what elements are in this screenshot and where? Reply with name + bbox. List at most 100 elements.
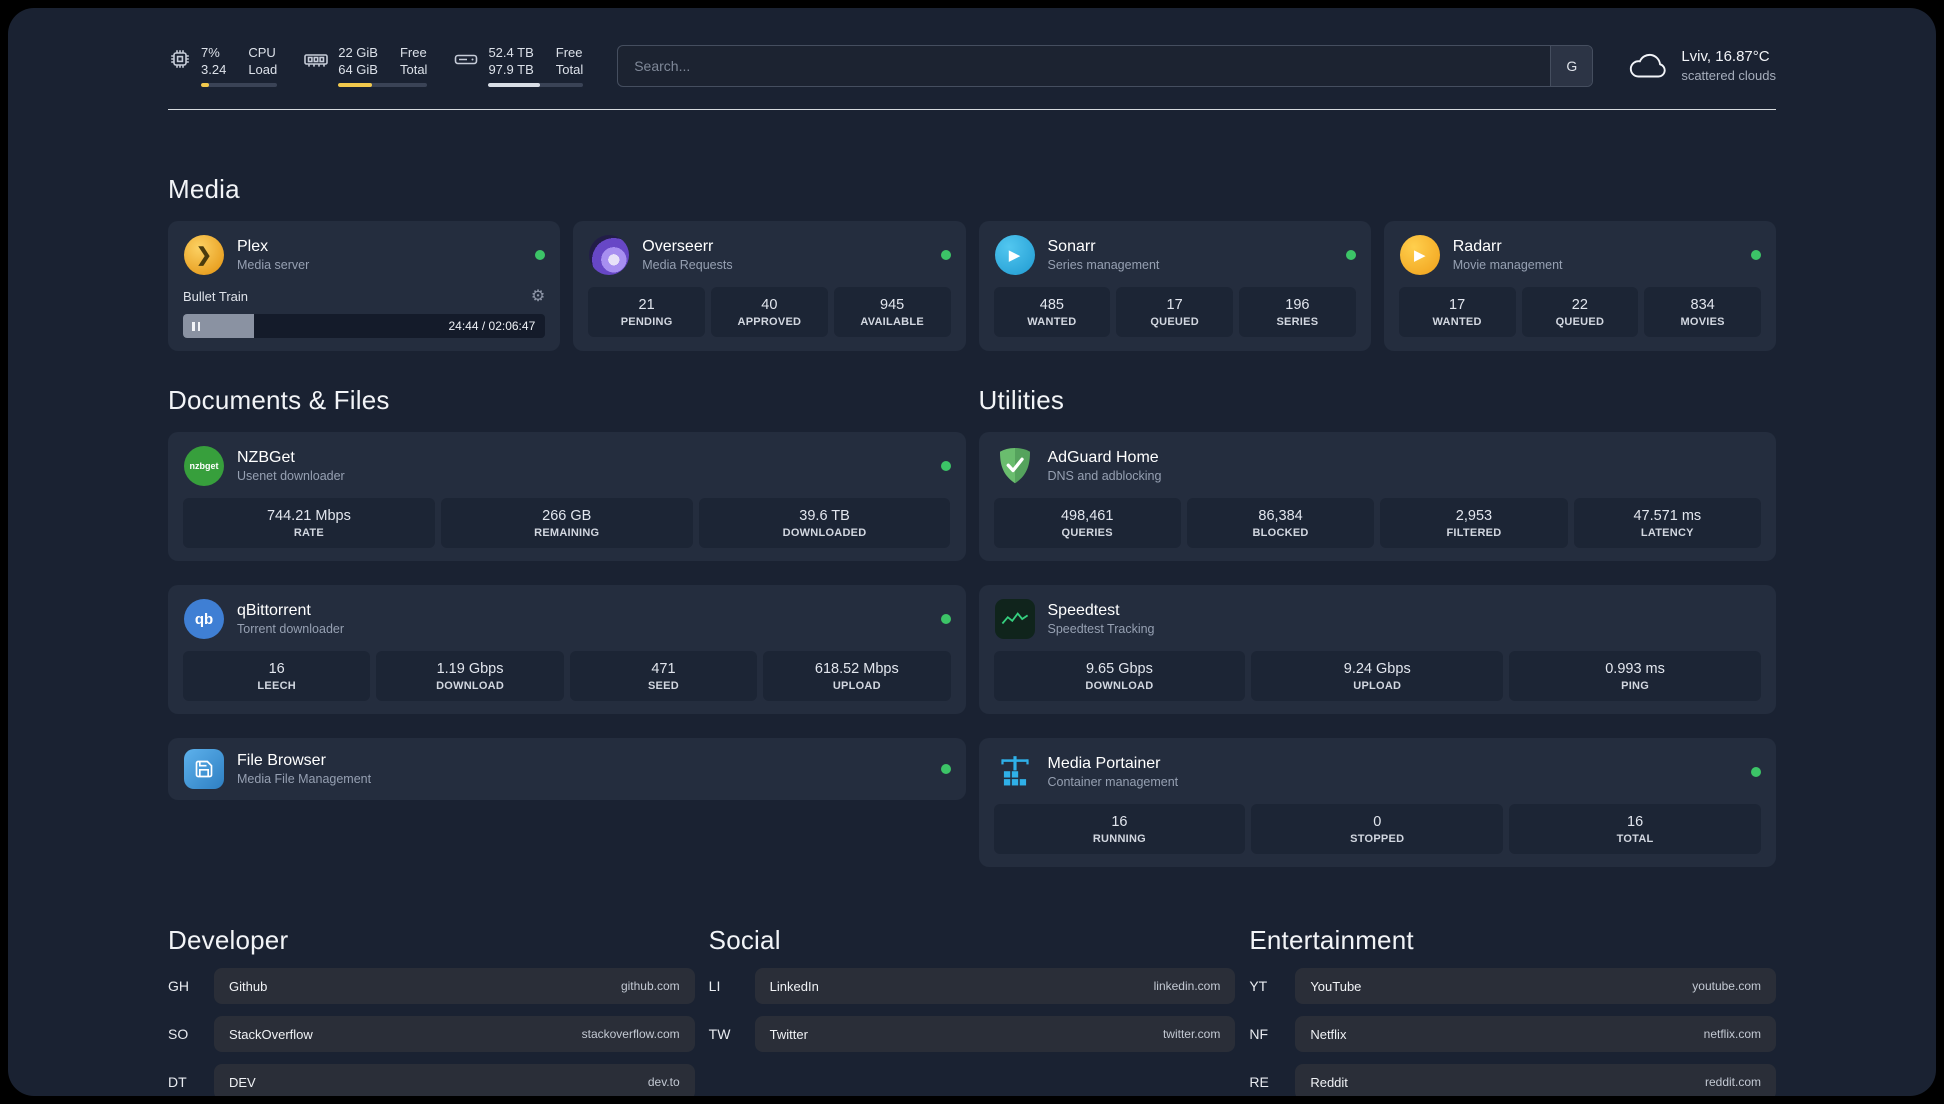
bookmark-link-netflix[interactable]: Netflix netflix.com [1295, 1016, 1776, 1052]
bookmark-row: RE Reddit reddit.com [1249, 1064, 1776, 1096]
stat-label: QUEUED [1555, 315, 1605, 328]
app-card-overseerr[interactable]: Overseerr Media Requests 21 PENDING 40 A… [573, 221, 966, 351]
stat-tile: 485 WANTED [993, 287, 1111, 337]
app-card-nzbget[interactable]: nzbget NZBGet Usenet downloader 744.21 M… [168, 432, 966, 561]
bookmark-name: Netflix [1310, 1026, 1347, 1042]
nzbget-icon: nzbget [184, 446, 224, 486]
pause-icon[interactable] [192, 321, 200, 331]
section-title-entertainment: Entertainment [1249, 925, 1414, 955]
bookmark-row: LI LinkedIn linkedin.com [709, 968, 1236, 1004]
bookmark-url: dev.to [647, 1075, 680, 1089]
stat-tile: 266 GB REMAINING [440, 498, 693, 548]
stat-tile: 21 PENDING [588, 287, 705, 337]
bookmark-name: StackOverflow [229, 1026, 313, 1042]
qbittorrent-icon: qb [184, 599, 224, 639]
app-card-speedtest[interactable]: Speedtest Speedtest Tracking 9.65 Gbps D… [978, 585, 1776, 714]
stat-value: 945 [880, 296, 905, 313]
app-card-plex[interactable]: ❯ Plex Media server Bullet Train ⚙ 24:44… [168, 221, 561, 351]
system-metrics: 7% 3.24 CPU Load 22 GiB 64 GiB Free Tota… [168, 44, 584, 87]
bookmark-link-stackoverflow[interactable]: StackOverflow stackoverflow.com [214, 1016, 695, 1052]
app-name: AdGuard Home [1047, 449, 1159, 466]
stat-label: PENDING [620, 315, 673, 328]
stat-value: 17 [1449, 296, 1466, 313]
stat-tile: 0 STOPPED [1251, 804, 1504, 854]
app-name: NZBGet [237, 449, 295, 466]
playback-time: 24:44 / 02:06:47 [448, 319, 536, 333]
stat-value: 2,953 [1455, 507, 1493, 524]
app-name: Radarr [1452, 238, 1502, 255]
stat-label: STOPPED [1350, 832, 1405, 845]
bookmark-row: GH Github github.com [168, 968, 695, 1004]
disk-total-value: 97.9 TB [488, 62, 534, 77]
disk-free-value: 52.4 TB [488, 45, 534, 60]
ram-icon [304, 54, 329, 67]
stat-label: MOVIES [1680, 315, 1725, 328]
bookmark-abbr: DT [168, 1074, 187, 1090]
cpu-usage-bar [201, 83, 278, 87]
app-card-qbittorrent[interactable]: qb qBittorrent Torrent downloader 16 LEE… [168, 585, 966, 714]
bookmark-group-social: Social LI LinkedIn linkedin.com TW Twitt… [709, 867, 1236, 1096]
stat-value: 0 [1373, 813, 1382, 830]
bookmark-link-github[interactable]: Github github.com [214, 968, 695, 1004]
status-dot [535, 250, 546, 260]
stat-tile: 86,384 BLOCKED [1186, 498, 1375, 548]
stat-tile: 945 AVAILABLE [833, 287, 951, 337]
app-card-portainer[interactable]: Media Portainer Container management 16 … [978, 738, 1776, 867]
disk-free-label: Free [555, 45, 583, 60]
bookmark-name: DEV [229, 1074, 256, 1090]
cpu-percent: 7% [201, 45, 220, 60]
section-title-media: Media [168, 174, 240, 204]
search-engine-button[interactable]: G [1550, 45, 1593, 86]
section-title-documents: Documents & Files [168, 385, 390, 415]
bookmark-row: YT YouTube youtube.com [1249, 968, 1776, 1004]
stat-tile: 47.571 ms LATENCY [1573, 498, 1761, 548]
bookmark-link-youtube[interactable]: YouTube youtube.com [1295, 968, 1776, 1004]
app-card-adguard[interactable]: AdGuard Home DNS and adblocking 498,461 … [978, 432, 1776, 561]
stat-label: WANTED [1027, 315, 1077, 328]
search-bar: G [617, 44, 1594, 87]
stat-value: 9.24 Gbps [1343, 660, 1411, 677]
stat-label: PING [1621, 679, 1650, 692]
adguard-shield-icon [999, 448, 1030, 484]
cpu-chip-icon [171, 50, 189, 68]
bookmark-row: DT DEV dev.to [168, 1064, 695, 1096]
bookmark-link-reddit[interactable]: Reddit reddit.com [1295, 1064, 1776, 1096]
stat-value: 47.571 ms [1633, 507, 1702, 524]
app-name: Overseerr [642, 238, 714, 255]
bookmark-link-dev[interactable]: DEV dev.to [214, 1064, 695, 1096]
weather-condition: scattered clouds [1681, 68, 1776, 83]
bookmark-url: twitter.com [1162, 1027, 1221, 1041]
status-dot [940, 614, 951, 624]
stat-tile: 40 APPROVED [711, 287, 828, 337]
app-name: File Browser [237, 752, 326, 769]
stat-label: REMAINING [534, 526, 600, 539]
stat-label: FILTERED [1446, 526, 1502, 539]
bookmark-url: netflix.com [1703, 1027, 1761, 1041]
app-card-sonarr[interactable]: ▶ Sonarr Series management 485 WANTED 17 [978, 221, 1371, 351]
status-dot [1751, 767, 1761, 777]
header-divider [168, 109, 1776, 110]
gear-icon[interactable]: ⚙ [531, 286, 545, 306]
stat-tile: 22 QUEUED [1521, 287, 1639, 337]
playback-progress-bar[interactable]: 24:44 / 02:06:47 [183, 314, 546, 338]
stat-label: SERIES [1276, 315, 1319, 328]
stat-value: 9.65 Gbps [1085, 660, 1153, 677]
ram-free-value: 22 GiB [338, 45, 378, 60]
sonarr-icon: ▶ [994, 235, 1035, 275]
bookmark-row: SO StackOverflow stackoverflow.com [168, 1016, 695, 1052]
stat-value: 0.993 ms [1605, 660, 1665, 677]
stat-tile: 498,461 QUERIES [993, 498, 1181, 548]
app-card-filebrowser[interactable]: File Browser Media File Management [168, 738, 966, 800]
bookmark-link-twitter[interactable]: Twitter twitter.com [754, 1016, 1236, 1052]
weather-location: Lviv, 16.87°C [1681, 48, 1770, 65]
stat-tile: 0.993 ms PING [1509, 651, 1761, 701]
stat-label: QUEUED [1150, 315, 1199, 328]
filebrowser-icon [184, 749, 224, 789]
bookmark-abbr: YT [1249, 978, 1268, 994]
bookmark-link-linkedin[interactable]: LinkedIn linkedin.com [754, 968, 1236, 1004]
search-input[interactable] [618, 45, 1551, 86]
status-dot [940, 764, 951, 774]
cpu-metric: 7% 3.24 CPU Load [168, 44, 278, 87]
app-subtitle: Speedtest Tracking [1047, 622, 1155, 636]
app-card-radarr[interactable]: ▶ Radarr Movie management 17 WANTED 22 Q… [1383, 221, 1776, 351]
